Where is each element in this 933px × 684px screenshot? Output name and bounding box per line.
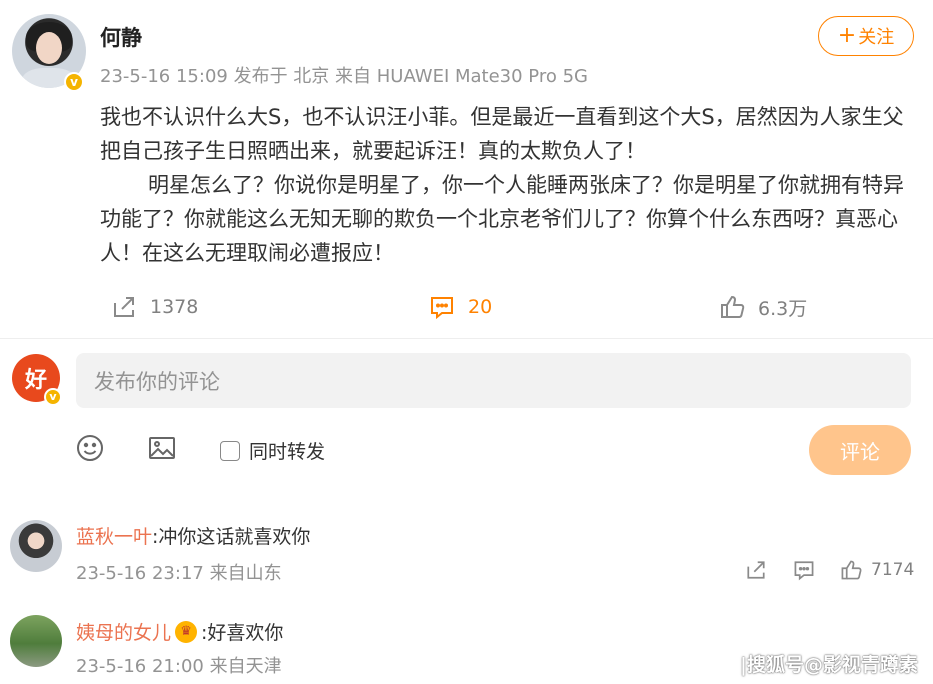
verified-badge-icon: v [64,72,84,92]
share-icon [747,561,765,579]
thumbs-up-icon [841,560,862,580]
crown-badge-icon: ♛ [175,620,198,643]
image-icon[interactable] [146,432,178,464]
forward-button[interactable]: 1378 [110,292,198,322]
comment-icon [431,297,453,320]
comment-like-count: 7174 [871,560,915,580]
submit-comment-button[interactable]: 评论 [809,425,911,475]
comment-line: 姨母的女儿 ♛ :好喜欢你 [76,618,283,645]
repost-label: 同时转发 [249,441,326,463]
comment-username[interactable]: 蓝秋一叶 [76,522,152,549]
repost-checkbox[interactable]: 同时转发 [220,437,325,464]
comment-reply-button[interactable] [792,557,816,583]
post-paragraph: 我也不认识什么大S，也不认识汪小菲。但是最近一直看到这个大S，居然因为人家生父把… [100,105,904,163]
thumbs-up-icon [721,295,745,318]
forward-count: 1378 [150,296,199,318]
like-button[interactable]: 6.3万 [718,292,807,322]
follow-label: 关注 [858,27,895,48]
checkbox-box[interactable] [220,440,240,461]
verified-badge-icon: v [44,388,62,406]
comment-meta: 23-5-16 23:17 来自山东 [76,563,282,584]
watermark: |搜狐号@影视青蹲素 [740,654,918,676]
plus-icon: + [837,23,857,48]
commenter-avatar[interactable] [10,615,62,667]
post-paragraph: 明星怎么了？你说你是明星了，你一个人能睡两张床了？你是明星了你就拥有特异功能了？… [100,173,904,265]
comment-text: :好喜欢你 [201,622,284,644]
comment-icon [794,561,814,581]
comment-meta: 23-5-16 21:00 来自天津 [76,656,282,677]
comment-count: 20 [468,296,493,318]
comment-username[interactable]: 姨母的女儿 [76,618,171,645]
comment-text: :冲你这话就喜欢你 [152,526,311,548]
follow-button[interactable]: + 关注 [818,16,914,56]
post-body: 我也不认识什么大S，也不认识汪小菲。但是最近一直看到这个大S，居然因为人家生父把… [100,100,920,270]
author-name[interactable]: 何静 [100,22,142,52]
comment-button[interactable]: 20 [428,292,492,322]
avatar-face [36,32,62,64]
comment-forward-button[interactable] [744,557,768,583]
comment-like-button[interactable]: 7174 [839,557,914,583]
like-count: 6.3万 [758,297,808,320]
commenter-avatar[interactable] [10,520,62,572]
post-meta: 23-5-16 15:09 发布于 北京 来自 HUAWEI Mate30 Pr… [100,66,588,87]
comment-input[interactable]: 发布你的评论 [76,353,911,408]
comment-line: 蓝秋一叶 :冲你这话就喜欢你 [76,522,310,549]
emoji-icon[interactable] [74,432,106,464]
divider [0,338,933,339]
share-icon [114,297,134,317]
